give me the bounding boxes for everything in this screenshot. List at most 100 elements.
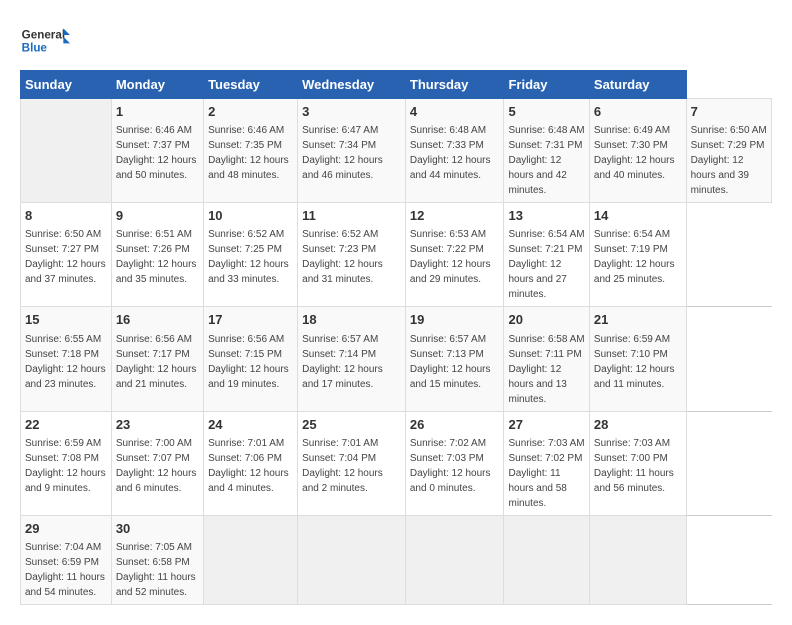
calendar-cell: 27Sunrise: 7:03 AMSunset: 7:02 PMDayligh… [504, 411, 589, 515]
cell-content: Sunrise: 6:52 AMSunset: 7:23 PMDaylight:… [302, 229, 383, 285]
cell-content: Sunrise: 6:49 AMSunset: 7:30 PMDaylight:… [594, 125, 675, 181]
cell-content: Sunrise: 6:48 AMSunset: 7:33 PMDaylight:… [410, 125, 491, 181]
calendar-cell: 9 Sunrise: 6:51 AMSunset: 7:26 PMDaylight… [111, 203, 203, 307]
calendar-cell: 7 Sunrise: 6:50 AMSunset: 7:29 PMDaylight… [686, 99, 771, 203]
calendar-cell: 6 Sunrise: 6:49 AMSunset: 7:30 PMDaylight… [589, 99, 686, 203]
calendar-cell: 30 Sunrise: 7:05 AMSunset: 6:58 PMDayligh… [111, 515, 203, 604]
calendar-cell: 17 Sunrise: 6:56 AMSunset: 7:15 PMDayligh… [204, 307, 298, 411]
col-header-monday: Monday [111, 71, 203, 99]
day-number: 18 [302, 311, 401, 329]
day-number: 24 [208, 416, 293, 434]
day-number: 16 [116, 311, 199, 329]
cell-content: Sunrise: 6:57 AMSunset: 7:14 PMDaylight:… [302, 334, 383, 390]
calendar-cell: 10 Sunrise: 6:52 AMSunset: 7:25 PMDayligh… [204, 203, 298, 307]
calendar-cell: 25 Sunrise: 7:01 AMSunset: 7:04 PMDayligh… [298, 411, 406, 515]
calendar-cell: 28 Sunrise: 7:03 AMSunset: 7:00 PMDayligh… [589, 411, 686, 515]
svg-text:Blue: Blue [22, 42, 48, 55]
cell-content: Sunrise: 6:52 AMSunset: 7:25 PMDaylight:… [208, 229, 289, 285]
day-number: 26 [410, 416, 500, 434]
day-number: 12 [410, 207, 500, 225]
week-row-4: 22 Sunrise: 6:59 AMSunset: 7:08 PMDayligh… [21, 411, 772, 515]
cell-content: Sunrise: 6:50 AMSunset: 7:29 PMDaylight:… [691, 125, 767, 196]
calendar-cell: 3Sunrise: 6:47 AMSunset: 7:34 PMDaylight… [298, 99, 406, 203]
calendar-cell: 13 Sunrise: 6:54 AMSunset: 7:21 PMDayligh… [504, 203, 589, 307]
calendar-cell: 23 Sunrise: 7:00 AMSunset: 7:07 PMDayligh… [111, 411, 203, 515]
cell-content: Sunrise: 6:50 AMSunset: 7:27 PMDaylight:… [25, 229, 106, 285]
calendar-cell [589, 515, 686, 604]
cell-content: Sunrise: 6:58 AMSunset: 7:11 PMDaylight:… [508, 334, 584, 405]
cell-content: Sunrise: 6:59 AMSunset: 7:08 PMDaylight:… [25, 438, 106, 494]
cell-content: Sunrise: 7:01 AMSunset: 7:04 PMDaylight:… [302, 438, 383, 494]
cell-content: Sunrise: 6:46 AMSunset: 7:35 PMDaylight:… [208, 125, 289, 181]
calendar-cell: 4 Sunrise: 6:48 AMSunset: 7:33 PMDaylight… [405, 99, 504, 203]
logo: General Blue [20, 20, 74, 60]
col-header-wednesday: Wednesday [298, 71, 406, 99]
day-number: 21 [594, 311, 682, 329]
calendar-cell: 14 Sunrise: 6:54 AMSunset: 7:19 PMDayligh… [589, 203, 686, 307]
day-number: 5 [508, 103, 584, 121]
day-number: 29 [25, 520, 107, 538]
calendar-cell: 8 Sunrise: 6:50 AMSunset: 7:27 PMDaylight… [21, 203, 112, 307]
col-header-friday: Friday [504, 71, 589, 99]
day-number: 11 [302, 207, 401, 225]
day-number: 3 [302, 103, 401, 121]
cell-content: Sunrise: 6:48 AMSunset: 7:31 PMDaylight:… [508, 125, 584, 196]
day-number: 20 [508, 311, 584, 329]
calendar-cell: 19 Sunrise: 6:57 AMSunset: 7:13 PMDayligh… [405, 307, 504, 411]
col-header-sunday: Sunday [21, 71, 112, 99]
day-number: 28 [594, 416, 682, 434]
calendar-cell [204, 515, 298, 604]
day-number: 6 [594, 103, 682, 121]
day-number: 23 [116, 416, 199, 434]
calendar-cell: 26 Sunrise: 7:02 AMSunset: 7:03 PMDayligh… [405, 411, 504, 515]
day-number: 22 [25, 416, 107, 434]
calendar-cell: 20 Sunrise: 6:58 AMSunset: 7:11 PMDayligh… [504, 307, 589, 411]
col-header-thursday: Thursday [405, 71, 504, 99]
cell-content: Sunrise: 6:46 AMSunset: 7:37 PMDaylight:… [116, 125, 197, 181]
day-number: 9 [116, 207, 199, 225]
day-number: 10 [208, 207, 293, 225]
page-header: General Blue [20, 20, 772, 60]
day-number: 17 [208, 311, 293, 329]
cell-content: Sunrise: 7:01 AMSunset: 7:06 PMDaylight:… [208, 438, 289, 494]
calendar-cell: 22 Sunrise: 6:59 AMSunset: 7:08 PMDayligh… [21, 411, 112, 515]
calendar-cell [298, 515, 406, 604]
header-row: SundayMondayTuesdayWednesdayThursdayFrid… [21, 71, 772, 99]
day-number: 4 [410, 103, 500, 121]
cell-content: Sunrise: 6:57 AMSunset: 7:13 PMDaylight:… [410, 334, 491, 390]
cell-content: Sunrise: 6:53 AMSunset: 7:22 PMDaylight:… [410, 229, 491, 285]
calendar-cell [21, 99, 112, 203]
calendar-cell: 18 Sunrise: 6:57 AMSunset: 7:14 PMDayligh… [298, 307, 406, 411]
week-row-2: 8 Sunrise: 6:50 AMSunset: 7:27 PMDaylight… [21, 203, 772, 307]
cell-content: Sunrise: 7:00 AMSunset: 7:07 PMDaylight:… [116, 438, 197, 494]
cell-content: Sunrise: 7:02 AMSunset: 7:03 PMDaylight:… [410, 438, 491, 494]
day-number: 27 [508, 416, 584, 434]
calendar-cell [405, 515, 504, 604]
day-number: 25 [302, 416, 401, 434]
cell-content: Sunrise: 6:56 AMSunset: 7:17 PMDaylight:… [116, 334, 197, 390]
col-header-saturday: Saturday [589, 71, 686, 99]
cell-content: Sunrise: 6:54 AMSunset: 7:21 PMDaylight:… [508, 229, 584, 300]
col-header-tuesday: Tuesday [204, 71, 298, 99]
cell-content: Sunrise: 7:05 AMSunset: 6:58 PMDaylight:… [116, 542, 196, 598]
cell-content: Sunrise: 7:03 AMSunset: 7:00 PMDaylight:… [594, 438, 674, 494]
cell-content: Sunrise: 6:59 AMSunset: 7:10 PMDaylight:… [594, 334, 675, 390]
day-number: 13 [508, 207, 584, 225]
day-number: 15 [25, 311, 107, 329]
calendar-cell: 12 Sunrise: 6:53 AMSunset: 7:22 PMDayligh… [405, 203, 504, 307]
calendar-cell: 11 Sunrise: 6:52 AMSunset: 7:23 PMDayligh… [298, 203, 406, 307]
svg-text:General: General [22, 28, 65, 41]
day-number: 7 [691, 103, 767, 121]
calendar-cell [504, 515, 589, 604]
cell-content: Sunrise: 6:56 AMSunset: 7:15 PMDaylight:… [208, 334, 289, 390]
calendar-cell: 5 Sunrise: 6:48 AMSunset: 7:31 PMDaylight… [504, 99, 589, 203]
day-number: 14 [594, 207, 682, 225]
day-number: 30 [116, 520, 199, 538]
cell-content: Sunrise: 6:51 AMSunset: 7:26 PMDaylight:… [116, 229, 197, 285]
day-number: 19 [410, 311, 500, 329]
calendar-cell: 16 Sunrise: 6:56 AMSunset: 7:17 PMDayligh… [111, 307, 203, 411]
cell-content: Sunrise: 6:54 AMSunset: 7:19 PMDaylight:… [594, 229, 675, 285]
calendar-cell: 29Sunrise: 7:04 AMSunset: 6:59 PMDayligh… [21, 515, 112, 604]
week-row-1: 1Sunrise: 6:46 AMSunset: 7:37 PMDaylight… [21, 99, 772, 203]
day-number: 8 [25, 207, 107, 225]
